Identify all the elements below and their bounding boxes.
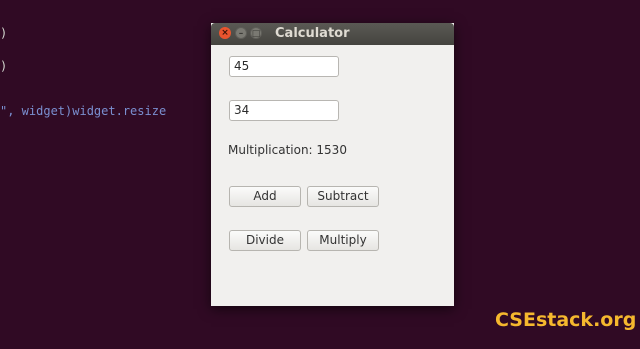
terminal-line: ) [0,26,8,40]
maximize-icon[interactable]: □ [250,27,262,39]
terminal-line: ) [0,59,8,73]
result-label: Multiplication: 1530 [228,143,347,157]
close-icon[interactable]: × [219,27,231,39]
site-watermark: CSEstack.org [495,309,637,331]
second-number-input[interactable]: 34 [229,100,339,121]
subtract-button[interactable]: Subtract [307,186,379,207]
terminal-line: ", widget)widget.resize [0,104,167,118]
window-title: Calculator [275,26,350,41]
add-button[interactable]: Add [229,186,301,207]
first-number-input[interactable]: 45 [229,56,339,77]
title-bar[interactable]: × – □ Calculator [211,23,454,45]
minimize-icon[interactable]: – [235,27,247,39]
calculator-window: × – □ Calculator 45 34 Multiplication: 1… [211,23,454,306]
multiply-button[interactable]: Multiply [307,230,379,251]
divide-button[interactable]: Divide [229,230,301,251]
